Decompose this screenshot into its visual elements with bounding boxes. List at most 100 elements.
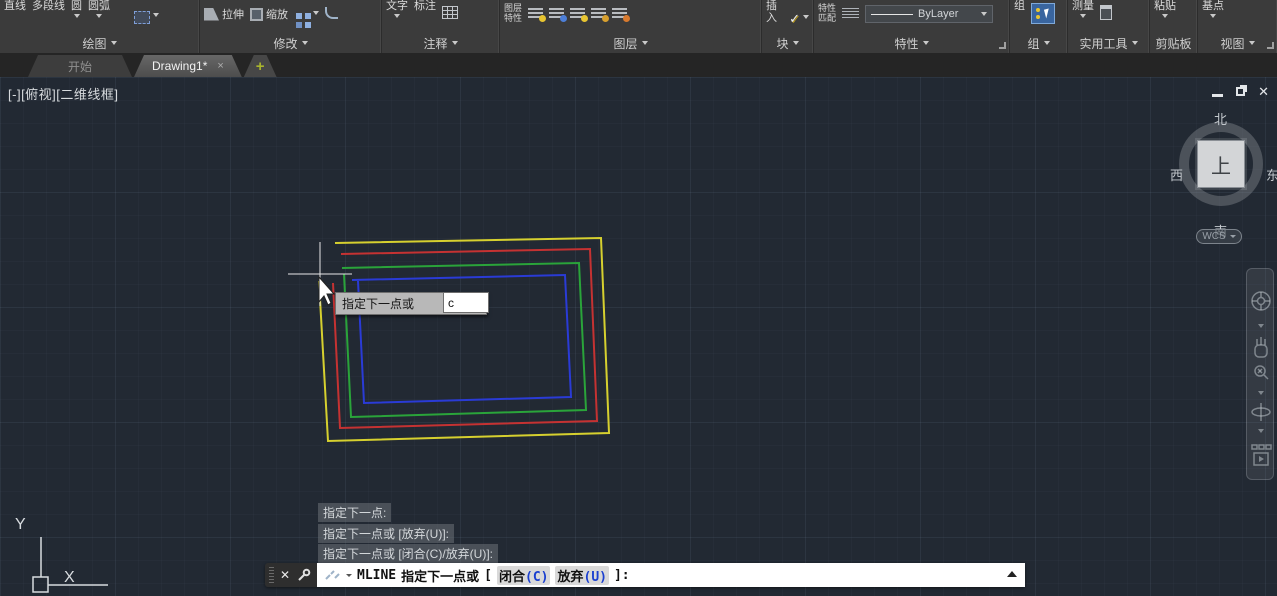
insert-tool[interactable]: 插入 [766, 0, 783, 24]
chevron-down-icon[interactable] [1258, 391, 1264, 395]
showmotion-icon[interactable] [1252, 445, 1271, 465]
chevron-down-icon[interactable] [1258, 429, 1264, 433]
layer-thaw-icon[interactable] [570, 8, 585, 19]
fillet-icon [325, 7, 338, 19]
arrow-cursor [319, 277, 334, 305]
arc-tool[interactable]: 圆弧 [88, 0, 110, 18]
mline-command-icon [325, 569, 341, 581]
draw-panel-dropdown[interactable]: 绘图 [0, 33, 199, 53]
circle-tool[interactable]: 圆 [71, 0, 82, 18]
group-label: 组 [1014, 0, 1025, 12]
chevron-down-icon[interactable] [1210, 14, 1216, 18]
layer-color-icon[interactable] [612, 8, 627, 19]
properties-panel-expander[interactable] [999, 42, 1006, 49]
array-tool[interactable] [294, 6, 319, 19]
properties-panel-dropdown[interactable]: 特性 [814, 33, 1009, 53]
drawing-canvas[interactable]: [-][俯视][二维线框] ✕ 北 南 西 东 上 WCS [0, 77, 1277, 596]
close-command-line-icon[interactable]: ✕ [280, 568, 290, 582]
chevron-down-icon[interactable] [1258, 324, 1264, 328]
layer-freeze-icon[interactable] [549, 8, 564, 19]
group-panel-dropdown[interactable]: 组 [1010, 33, 1067, 53]
new-tab-button[interactable]: + [244, 55, 277, 77]
table-tool-icon[interactable] [442, 6, 458, 19]
mline-outer-yellow [319, 238, 609, 441]
measure-tool[interactable]: 测量 [1072, 0, 1094, 18]
dimension-tool[interactable]: 标注 [414, 0, 436, 12]
group-tool[interactable] [1031, 3, 1055, 24]
customize-wrench-icon[interactable] [296, 568, 311, 583]
basepoint-tool[interactable]: 基点 [1202, 0, 1224, 18]
layer-properties-tool[interactable]: 图层 特性 [504, 3, 522, 23]
svg-text:Y: Y [15, 516, 26, 533]
scale-tool[interactable]: 缩放 [250, 6, 288, 22]
line-tool[interactable]: 直线 [4, 0, 26, 12]
match-properties-tool[interactable]: 特性 匹配 [818, 3, 836, 23]
text-tool[interactable]: 文字 [386, 0, 408, 18]
pan-hand-icon[interactable] [1255, 337, 1267, 357]
mline-green [342, 263, 586, 417]
linetype-dropdown[interactable]: ByLayer [865, 5, 993, 23]
fillet-tool[interactable] [325, 0, 338, 19]
stretch-icon [204, 8, 219, 21]
tab-close-icon[interactable]: × [217, 60, 223, 72]
chevron-down-icon[interactable] [1162, 14, 1168, 18]
view-panel-expander[interactable] [1267, 42, 1274, 49]
drag-handle-icon[interactable] [269, 567, 274, 583]
option-undo-button[interactable]: 放弃(U) [555, 566, 609, 585]
chevron-down-icon[interactable] [803, 15, 809, 19]
modify-panel-dropdown[interactable]: 修改 [200, 33, 381, 53]
ribbon-panel-properties: 特性 匹配 ByLayer 特性 [814, 0, 1010, 53]
annotate-panel-dropdown[interactable]: 注释 [382, 33, 499, 53]
paste-tool[interactable]: 粘贴 [1154, 0, 1176, 18]
layer-lock-icon[interactable] [591, 8, 606, 19]
mline-drawing: Y X [0, 77, 1277, 596]
stretch-tool[interactable]: 拉伸 [204, 6, 244, 22]
selection-marquee-tool[interactable] [134, 6, 159, 24]
view-panel-dropdown[interactable]: 视图 [1198, 33, 1277, 53]
chevron-down-icon[interactable] [1080, 14, 1086, 18]
viewcube-north[interactable]: 北 [1214, 109, 1227, 128]
linetype-preview [871, 14, 913, 15]
command-input-field[interactable]: MLINE 指定下一点或 [ 闭合(C) 放弃(U) ]: [317, 563, 1025, 587]
viewport-label: [-][俯视][二维线框] [8, 84, 119, 103]
viewcube-top-face[interactable]: 上 [1197, 140, 1245, 188]
navigation-wheel-icon[interactable] [1252, 292, 1270, 310]
minimize-icon[interactable] [1212, 94, 1223, 97]
viewport-style-menu[interactable]: [二维线框] [56, 87, 118, 102]
orbit-icon[interactable] [1252, 403, 1270, 421]
file-tab-bar: 开始 Drawing1* × + [0, 53, 1277, 77]
chevron-down-icon[interactable] [394, 14, 400, 18]
viewcube-east[interactable]: 东 [1266, 165, 1277, 184]
cursor-icon [1044, 9, 1051, 19]
layers-panel-dropdown[interactable]: 图层 [500, 33, 761, 53]
option-close-button[interactable]: 闭合(C) [497, 566, 551, 585]
block-panel-dropdown[interactable]: 块 [762, 33, 813, 53]
chevron-down-icon[interactable] [313, 11, 319, 15]
viewport-view-menu[interactable]: [俯视] [21, 87, 56, 102]
wcs-dropdown[interactable]: WCS [1196, 229, 1242, 244]
clipboard-panel-label[interactable]: 剪贴板 [1150, 33, 1197, 53]
tab-start[interactable]: 开始 [28, 55, 132, 77]
viewport-controls-menu[interactable]: [-] [8, 87, 21, 102]
array-icon [296, 13, 302, 19]
close-icon[interactable]: ✕ [1258, 85, 1269, 98]
dynamic-input-field[interactable] [443, 292, 489, 313]
chevron-down-icon[interactable] [74, 14, 80, 18]
layer-on-icon[interactable] [528, 8, 543, 19]
viewcube-west[interactable]: 西 [1170, 165, 1183, 184]
command-history-expand-icon[interactable] [1007, 571, 1017, 577]
restore-icon[interactable] [1236, 87, 1245, 96]
edit-attribute-tool[interactable]: ✓ [789, 6, 809, 27]
tab-drawing1[interactable]: Drawing1* × [134, 55, 242, 77]
recent-commands-icon[interactable] [346, 574, 352, 577]
polyline-tool[interactable]: 多段线 [32, 0, 65, 12]
lineweight-list-icon[interactable] [842, 8, 859, 20]
zoom-icon[interactable] [1255, 366, 1268, 379]
chevron-down-icon[interactable] [153, 13, 159, 17]
command-history-line: 指定下一点或 [放弃(U)]: [318, 524, 454, 543]
calculator-icon[interactable] [1100, 5, 1112, 20]
marquee-icon [134, 11, 150, 24]
svg-text:X: X [64, 569, 75, 586]
utilities-panel-dropdown[interactable]: 实用工具 [1068, 33, 1149, 53]
chevron-down-icon[interactable] [96, 14, 102, 18]
